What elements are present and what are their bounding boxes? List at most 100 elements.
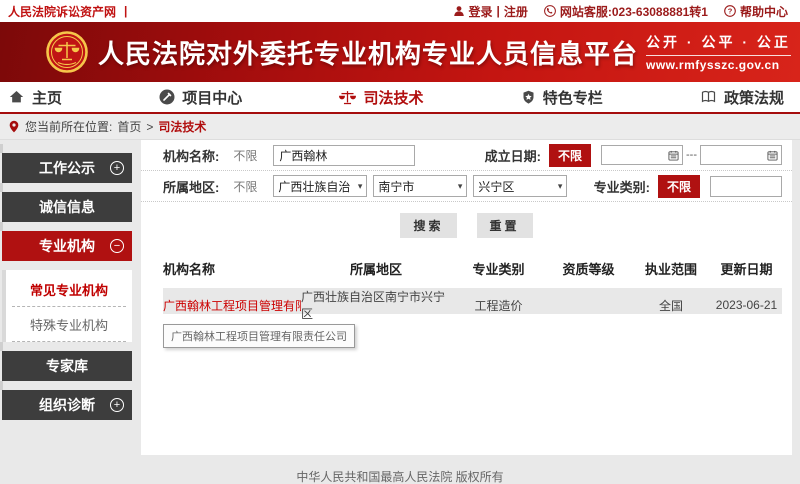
nav-label: 主页 <box>32 87 62 108</box>
home-icon <box>8 89 25 105</box>
sidebar-item-integrity-info[interactable]: 诚信信息 <box>2 192 132 222</box>
city-select-value: 南宁市 <box>378 178 414 195</box>
district-select[interactable]: 兴宁区 ▾ <box>473 175 567 197</box>
breadcrumb-separator: > <box>146 120 153 134</box>
date-range-separator: --- <box>686 149 697 161</box>
svg-text:?: ? <box>728 7 733 16</box>
results-table-header: 机构名称 所属地区 专业类别 资质等级 执业范围 更新日期 <box>163 252 782 284</box>
slogan-divider <box>646 55 791 56</box>
breadcrumb-current[interactable]: 司法技术 <box>158 118 206 135</box>
submenu-item-common-orgs[interactable]: 常见专业机构 <box>12 272 126 307</box>
province-select[interactable]: 广西壮族自治 ▾ <box>273 175 367 197</box>
nav-label: 司法技术 <box>363 87 423 108</box>
col-header-grade: 资质等级 <box>546 259 631 278</box>
nav-item-judicial-tech[interactable]: 司法技术 <box>339 87 423 108</box>
col-header-scope: 执业范围 <box>631 259 711 278</box>
row-update-date: 2023-06-21 <box>711 298 782 312</box>
nav-label: 政策法规 <box>724 87 784 108</box>
location-icon <box>8 120 20 133</box>
expand-icon[interactable]: + <box>110 161 124 175</box>
region-unlimited[interactable]: 不限 <box>233 178 257 195</box>
court-emblem-icon <box>46 31 88 73</box>
expand-icon[interactable]: + <box>110 398 124 412</box>
main-area: 工作公示 + 诚信信息 专业机构 − 常见专业机构 特殊专业机构 专家库 组织诊… <box>0 140 800 455</box>
sidebar-item-label: 专业机构 <box>39 238 95 254</box>
login-link[interactable]: 登录 <box>469 3 493 20</box>
org-name-label: 机构名称: <box>163 146 219 165</box>
sidebar-item-label: 组织诊断 <box>39 397 95 413</box>
breadcrumb-home-link[interactable]: 首页 <box>117 118 141 135</box>
org-name-unlimited[interactable]: 不限 <box>233 147 257 164</box>
sidebar-submenu: 常见专业机构 特殊专业机构 <box>2 270 132 342</box>
search-button[interactable]: 搜索 <box>400 213 456 238</box>
sidebar-item-label: 专家库 <box>46 358 88 374</box>
user-icon <box>453 5 465 17</box>
sidebar: 工作公示 + 诚信信息 专业机构 − 常见专业机构 特殊专业机构 专家库 组织诊… <box>0 140 132 429</box>
calendar-icon[interactable] <box>668 150 679 161</box>
col-header-category: 专业类别 <box>451 259 546 278</box>
book-icon <box>700 89 717 105</box>
collapse-icon[interactable]: − <box>110 239 124 253</box>
org-name-link[interactable]: 广西翰林工程项目管理有限责任... <box>163 297 301 314</box>
site-banner: 人民法院对外委托专业机构专业人员信息平台 公开 · 公平 · 公正 www.rm… <box>0 22 800 82</box>
top-utility-bar: 人民法院诉讼资产网 | 登录 | 注册 网站客服:023-63088881转1 … <box>0 0 800 22</box>
nav-item-policy[interactable]: 政策法规 <box>700 87 784 108</box>
col-header-update-date: 更新日期 <box>711 259 782 278</box>
submenu-item-special-orgs[interactable]: 特殊专业机构 <box>12 307 126 342</box>
table-row: 广西翰林工程项目管理有限责任... 广西壮族自治区南宁市兴宁区 工程造价 全国 … <box>163 288 782 314</box>
sidebar-item-org-diagnosis[interactable]: 组织诊断 + <box>2 390 132 420</box>
service-hotline-text: 网站客服:023-63088881转1 <box>560 3 708 20</box>
nav-item-project-center[interactable]: 项目中心 <box>159 87 242 108</box>
main-nav: 主页 项目中心 司法技术 特色专栏 政策法规 <box>0 82 800 114</box>
topbar-divider: | <box>124 4 127 18</box>
district-select-value: 兴宁区 <box>478 178 514 195</box>
phone-icon <box>544 5 556 17</box>
breadcrumb: 您当前所在位置: 首页 > 司法技术 <box>0 114 800 140</box>
project-icon <box>159 89 175 105</box>
sidebar-item-label: 诚信信息 <box>39 199 95 215</box>
category-label: 专业类别: <box>594 177 650 196</box>
date-to-input[interactable] <box>700 145 782 165</box>
org-name-input[interactable] <box>273 145 415 166</box>
help-center-link[interactable]: 帮助中心 <box>740 3 788 20</box>
sidebar-item-label: 工作公示 <box>39 160 95 176</box>
register-link[interactable]: 注册 <box>504 3 528 20</box>
banner-slogan: 公开 · 公平 · 公正 <box>646 32 791 52</box>
nav-item-home[interactable]: 主页 <box>8 87 62 108</box>
nav-label: 项目中心 <box>182 87 242 108</box>
established-unlimited-button[interactable]: 不限 <box>549 144 591 167</box>
footer-copyright: 中华人民共和国最高人民法院 版权所有 <box>0 455 800 484</box>
scales-icon <box>339 89 356 106</box>
help-icon: ? <box>724 5 736 17</box>
region-label: 所属地区: <box>163 177 219 196</box>
date-from-input[interactable] <box>601 145 683 165</box>
col-header-org-name: 机构名称 <box>163 259 301 278</box>
login-register-divider: | <box>497 4 500 18</box>
sidebar-item-professional-orgs[interactable]: 专业机构 − <box>2 231 132 261</box>
chevron-down-icon: ▾ <box>558 181 563 192</box>
content-panel: 机构名称: 不限 成立日期: 不限 --- 所属地区 <box>141 140 792 455</box>
org-name-tooltip: 广西翰林工程项目管理有限责任公司 <box>163 324 355 348</box>
row-scope: 全国 <box>631 297 711 314</box>
nav-label: 特色专栏 <box>543 87 603 108</box>
row-category: 工程造价 <box>451 297 546 314</box>
platform-title: 人民法院对外委托专业机构专业人员信息平台 <box>98 34 638 71</box>
portal-site-link[interactable]: 人民法院诉讼资产网 <box>8 3 116 20</box>
chevron-down-icon: ▾ <box>358 181 363 192</box>
site-url: www.rmfysszc.gov.cn <box>646 58 791 72</box>
province-select-value: 广西壮族自治 <box>278 178 350 195</box>
nav-item-featured-column[interactable]: 特色专栏 <box>521 87 603 108</box>
row-region: 广西壮族自治区南宁市兴宁区 <box>301 288 451 322</box>
city-select[interactable]: 南宁市 ▾ <box>373 175 467 197</box>
calendar-icon[interactable] <box>767 150 778 161</box>
established-date-label: 成立日期: <box>485 146 541 165</box>
chevron-down-icon: ▾ <box>458 181 463 192</box>
category-input[interactable] <box>710 176 782 197</box>
breadcrumb-prefix: 您当前所在位置: <box>25 118 112 135</box>
sidebar-item-expert-library[interactable]: 专家库 <box>2 351 132 381</box>
sidebar-item-work-publicity[interactable]: 工作公示 + <box>2 153 132 183</box>
search-form-row-1: 机构名称: 不限 成立日期: 不限 --- <box>141 140 792 171</box>
category-unlimited-button[interactable]: 不限 <box>658 175 700 198</box>
reset-button[interactable]: 重置 <box>477 213 533 238</box>
form-actions: 搜索 重置 <box>141 202 792 248</box>
